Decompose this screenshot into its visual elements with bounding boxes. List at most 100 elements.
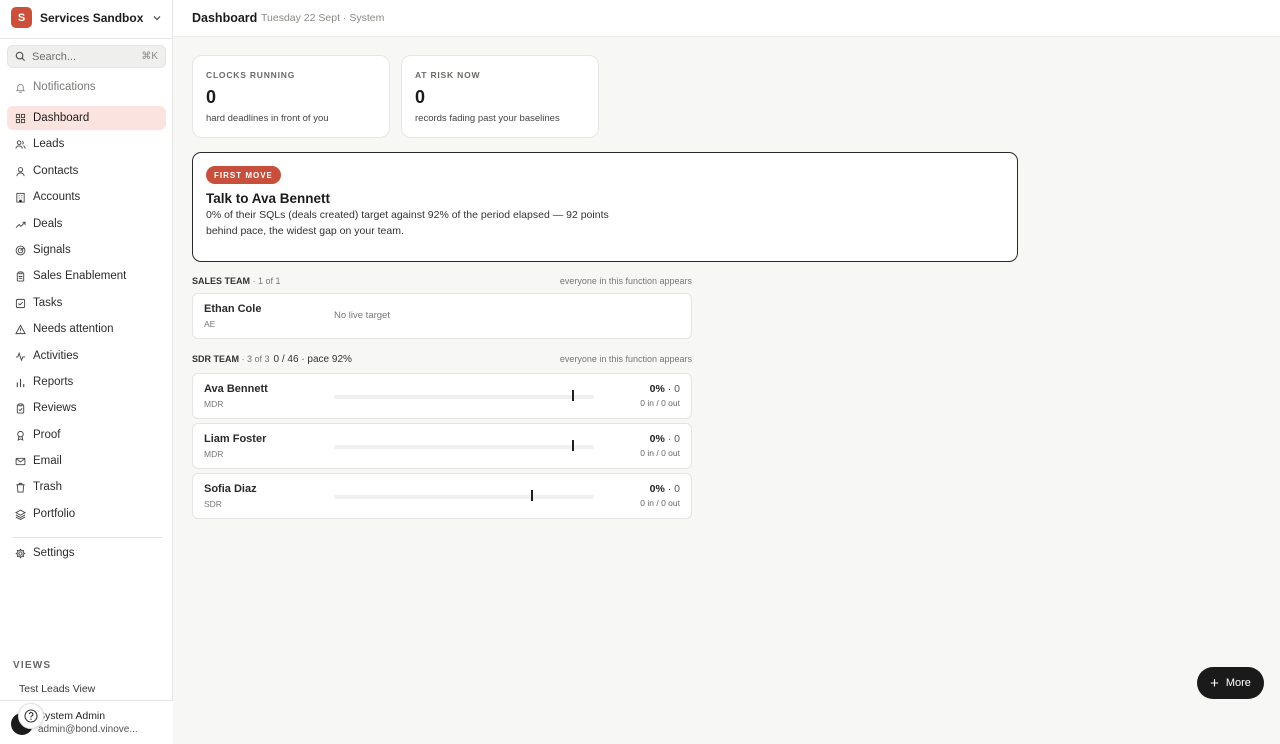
user-name: System Admin (38, 710, 106, 722)
team-member-row[interactable]: Ethan Cole AE No live target (192, 293, 692, 339)
member-name: Ethan Cole (204, 303, 262, 315)
chevron-down-icon (153, 15, 161, 20)
sidebar-item-tasks[interactable]: Tasks (7, 291, 166, 315)
sidebar-item-label: Portfolio (33, 508, 76, 520)
sidebar-item-label: Activities (33, 350, 79, 362)
member-attainment: 0% · 0 (650, 383, 680, 395)
clipboard-check-icon (16, 402, 25, 414)
sidebar-item-contacts[interactable]: Contacts (7, 159, 166, 183)
mail-icon (15, 457, 26, 465)
radar-icon (15, 245, 26, 255)
workspace-logo: S (11, 7, 32, 28)
sidebar-item-label: Sales Enablement (33, 270, 127, 282)
team-count: · 1 of 1 (250, 276, 281, 286)
member-status: No live target (334, 310, 390, 321)
sidebar-item-label: Reviews (33, 402, 77, 414)
member-name: Sofia Diaz (204, 483, 257, 495)
progress-bar (334, 390, 594, 401)
member-in-out: 0 in / 0 out (640, 398, 680, 408)
sidebar-item-sales-enablement[interactable]: Sales Enablement (7, 264, 166, 288)
sidebar-item-proof[interactable]: Proof (7, 423, 166, 447)
first-move-body: 0% of their SQLs (deals created) target … (206, 209, 609, 237)
attainment-count: · 0 (664, 433, 680, 445)
stat-value: 0 (206, 87, 217, 107)
sidebar-item-dashboard[interactable]: Dashboard (7, 106, 166, 130)
user-email: admin@bond.vinove... (38, 724, 138, 735)
bell-icon (15, 83, 26, 93)
stat-label: CLOCKS RUNNING (206, 70, 296, 80)
sidebar-item-needs-attention[interactable]: Needs attention (7, 317, 166, 341)
sidebar-item-label: Needs attention (33, 323, 114, 335)
check-square-icon (15, 298, 26, 308)
search-input[interactable]: Search... ⌘K (7, 45, 166, 68)
award-icon (17, 430, 24, 441)
stat-card-clocks-running[interactable]: CLOCKS RUNNING 0 hard deadlines in front… (192, 55, 390, 138)
sidebar-item-label: Signals (33, 244, 71, 256)
sidebar: S Services Sandbox Search... ⌘K Notifica… (0, 0, 173, 744)
sidebar-item-leads[interactable]: Leads (7, 132, 166, 156)
member-role: MDR (204, 449, 224, 459)
pace-marker (572, 390, 575, 401)
view-item-test-leads[interactable]: Test Leads View (19, 683, 95, 695)
page-header: Dashboard Tuesday 22 Sept · System (173, 0, 1280, 37)
stat-description: records fading past your baselines (415, 113, 560, 124)
help-button[interactable] (18, 703, 44, 729)
sidebar-item-deals[interactable]: Deals (7, 212, 166, 236)
progress-bar (334, 490, 594, 501)
member-in-out: 0 in / 0 out (640, 448, 680, 458)
sidebar-divider (0, 38, 173, 39)
sidebar-item-label: Reports (33, 376, 74, 388)
sidebar-item-label: Notifications (33, 81, 96, 93)
team-name: SALES TEAM (192, 276, 251, 286)
sidebar-item-settings[interactable]: Settings (7, 541, 166, 565)
sidebar-item-label: Proof (33, 429, 61, 441)
member-attainment: 0% · 0 (650, 483, 680, 495)
member-role: MDR (204, 399, 224, 409)
sidebar-item-notifications[interactable]: Notifications (7, 75, 166, 99)
sidebar-item-email[interactable]: Email (7, 449, 166, 473)
stat-description: hard deadlines in front of you (206, 113, 329, 124)
sidebar-item-label: Deals (33, 218, 63, 230)
workspace-switcher[interactable]: S Services Sandbox (11, 7, 163, 28)
sidebar-item-label: Contacts (33, 165, 79, 177)
building-icon (16, 192, 25, 203)
search-placeholder: Search... (32, 50, 77, 63)
team-member-row[interactable]: Sofia Diaz SDR 0% · 0 0 in / 0 out (192, 473, 692, 519)
team-member-row[interactable]: Liam Foster MDR 0% · 0 0 in / 0 out (192, 423, 692, 469)
sidebar-item-signals[interactable]: Signals (7, 238, 166, 262)
member-in-out: 0 in / 0 out (640, 498, 680, 508)
sdr-team-header: SDR TEAM · 3 of 30 / 46 · pace 92% every… (192, 354, 692, 368)
sidebar-item-portfolio[interactable]: Portfolio (7, 502, 166, 526)
first-move-badge: FIRST MOVE (206, 166, 281, 184)
member-attainment: 0% · 0 (650, 433, 680, 445)
search-shortcut: ⌘K (141, 51, 158, 62)
sidebar-item-label: Settings (33, 547, 75, 559)
trash-icon (16, 482, 25, 493)
team-summary: 0 / 46 · pace 92% (273, 354, 352, 365)
first-move-card[interactable]: FIRST MOVE Talk to Ava Bennett 0% of the… (192, 152, 1018, 262)
sidebar-item-label: Trash (33, 481, 62, 493)
clipboard-icon (16, 270, 25, 282)
attainment-percent: 0% (649, 433, 665, 445)
team-note: everyone in this function appears (559, 276, 692, 286)
bar-chart-icon (16, 378, 25, 387)
member-role: AE (204, 319, 216, 329)
sidebar-item-reports[interactable]: Reports (7, 370, 166, 394)
stat-card-at-risk-now[interactable]: AT RISK NOW 0 records fading past your b… (401, 55, 599, 138)
sidebar-item-reviews[interactable]: Reviews (7, 396, 166, 420)
more-button[interactable]: + More (1197, 667, 1264, 699)
sidebar-item-label: Dashboard (33, 112, 90, 124)
team-member-row[interactable]: Ava Bennett MDR 0% · 0 0 in / 0 out (192, 373, 692, 419)
activity-icon (15, 351, 26, 361)
sidebar-item-trash[interactable]: Trash (7, 475, 166, 499)
sidebar-item-activities[interactable]: Activities (7, 344, 166, 368)
attainment-count: · 0 (664, 483, 680, 495)
progress-bar (334, 440, 594, 451)
member-name: Ava Bennett (204, 383, 268, 395)
stat-value: 0 (415, 87, 426, 107)
alert-triangle-icon (15, 323, 26, 334)
sidebar-item-label: Leads (33, 138, 65, 150)
user-icon (16, 166, 25, 176)
sidebar-item-accounts[interactable]: Accounts (7, 185, 166, 209)
more-button-label: More (1225, 677, 1251, 689)
